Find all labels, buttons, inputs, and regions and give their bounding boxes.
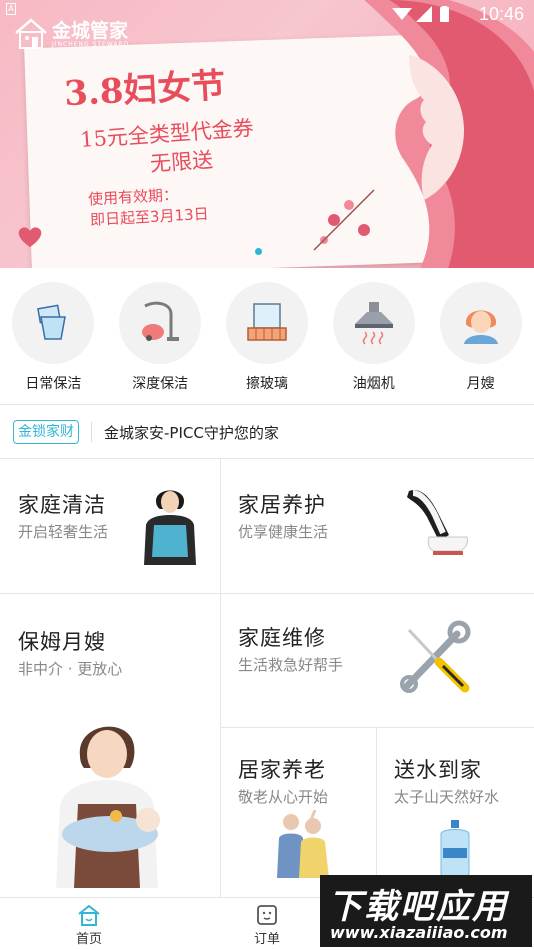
signal-battery-icons: [392, 6, 449, 22]
cleaner-photo: [144, 490, 196, 565]
service-subtitle: 开启轻奢生活: [18, 523, 109, 541]
service-title: 家庭清洁: [18, 493, 106, 517]
elderly-couple-photo: [277, 810, 329, 878]
category-label: 月嫂: [466, 376, 495, 392]
tab-label: 首页: [75, 932, 102, 947]
range-hood-icon: [354, 302, 393, 345]
water-bottle-icon: [440, 820, 470, 878]
service-subtitle: 敬老从心开始: [238, 788, 329, 806]
tab-home[interactable]: 首页: [0, 898, 178, 950]
banner-title: 3.8妇女节: [63, 65, 227, 115]
category-label: 日常保洁: [25, 376, 82, 392]
service-elderly-care[interactable]: 居家养老 敬老从心开始: [221, 728, 376, 897]
brand-logo: 金城管家 JINCHENG STEWARD: [14, 16, 129, 52]
category-window-cleaning[interactable]: 擦玻璃: [214, 282, 321, 394]
service-grid: 家庭清洁 开启轻奢生活 家居养护 优享健康生活 保姆月嫂 非中介 · 更放心 家…: [0, 459, 534, 897]
service-water-delivery[interactable]: 送水到家 太子山天然好水: [377, 728, 534, 897]
order-icon: [257, 905, 277, 925]
service-title: 家居养护: [238, 493, 326, 517]
service-title: 保姆月嫂: [18, 630, 106, 654]
nanny-icon: [463, 310, 498, 344]
notice-text: 金城家安-PICC守护您的家: [104, 423, 279, 442]
service-subtitle: 非中介 · 更放心: [18, 660, 123, 678]
notice-bar[interactable]: 金锁家财 金城家安-PICC守护您的家: [0, 406, 534, 458]
service-nanny[interactable]: 保姆月嫂 非中介 · 更放心: [0, 594, 220, 897]
service-title: 送水到家: [394, 758, 482, 782]
carousel-dot-active[interactable]: [255, 248, 262, 255]
category-label: 油烟机: [352, 376, 395, 392]
service-subtitle: 优享健康生活: [238, 523, 329, 541]
vacuum-icon: [142, 301, 180, 341]
category-range-hood[interactable]: 油烟机: [320, 282, 427, 394]
house-logo-icon: [15, 18, 47, 49]
service-home-repair[interactable]: 家庭维修 生活救急好帮手: [221, 594, 534, 727]
brand-name-en: JINCHENG STEWARD: [52, 40, 130, 48]
mite-remover-photo: [407, 489, 468, 555]
banner-offer-line2: 无限送: [149, 147, 214, 177]
category-deep-cleaning[interactable]: 深度保洁: [107, 282, 214, 394]
watermark-url: www.xiazaiiiao.com: [330, 923, 508, 942]
category-label: 擦玻璃: [245, 376, 288, 392]
service-title: 居家养老: [238, 758, 326, 782]
window-icon: [247, 303, 287, 341]
brand-name: 金城管家: [52, 19, 129, 42]
service-home-care[interactable]: 家居养护 优享健康生活: [221, 459, 534, 593]
category-daily-cleaning[interactable]: 日常保洁: [0, 282, 107, 394]
woman-silhouette-illustration: [313, 0, 534, 268]
notice-tag: 金锁家财: [13, 420, 79, 444]
category-label: 深度保洁: [132, 376, 189, 392]
service-family-cleaning[interactable]: 家庭清洁 开启轻奢生活: [0, 459, 220, 593]
tab-label: 订单: [253, 932, 280, 947]
service-subtitle: 生活救急好帮手: [238, 656, 344, 674]
home-icon: [78, 904, 100, 926]
watermark: 下载吧应用 www.xiazaiiiao.com: [320, 875, 532, 947]
tools-icon: [400, 620, 471, 693]
cup-icon: [37, 304, 67, 340]
category-nanny[interactable]: 月嫂: [427, 282, 534, 394]
nanny-with-baby-photo: [56, 726, 160, 888]
notice-separator: [91, 422, 92, 442]
service-title: 家庭维修: [238, 626, 326, 650]
watermark-text: 下载吧应用: [328, 887, 508, 927]
notification-icon: A: [6, 3, 16, 15]
status-time: 10:46: [478, 4, 524, 24]
divider: [0, 404, 534, 405]
home-page: 3.8妇女节 15元全类型代金券 无限送 使用有效期： 即日起至3月13日 A …: [0, 0, 534, 950]
heart-decoration-icon: [18, 227, 42, 247]
category-row: 日常保洁 深度保洁 擦玻璃 油烟机 月嫂: [0, 282, 534, 394]
service-subtitle: 太子山天然好水: [394, 788, 500, 806]
